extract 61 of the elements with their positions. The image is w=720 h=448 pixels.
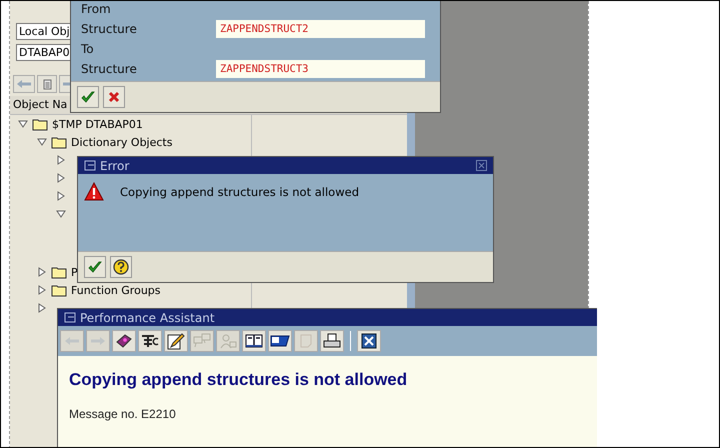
tree-item[interactable]: P bbox=[71, 266, 78, 278]
printer-icon bbox=[323, 333, 341, 349]
field-label: Structure bbox=[81, 22, 138, 36]
collapsed-triangle-icon[interactable] bbox=[37, 303, 47, 313]
cross-icon bbox=[108, 91, 120, 103]
collapsed-triangle-icon[interactable] bbox=[56, 191, 66, 201]
tree-item[interactable]: $TMP DTABAP01 bbox=[52, 118, 143, 130]
question-mark-icon bbox=[113, 259, 129, 275]
section-label: From bbox=[81, 2, 111, 16]
close-icon bbox=[361, 333, 377, 349]
folder-icon bbox=[51, 136, 67, 148]
confirm-button[interactable] bbox=[77, 86, 99, 108]
folder-icon bbox=[51, 266, 67, 278]
book-button[interactable] bbox=[112, 330, 136, 352]
document-icon bbox=[42, 78, 52, 90]
tree-item[interactable]: Dictionary Objects bbox=[71, 136, 172, 148]
people-icon bbox=[219, 333, 237, 349]
speech-bubbles-icon bbox=[193, 333, 211, 349]
book-icon bbox=[115, 333, 133, 349]
field-label: Structure bbox=[81, 62, 138, 76]
tree-item[interactable]: Function Groups bbox=[71, 284, 161, 296]
expanded-triangle-icon[interactable] bbox=[18, 119, 28, 129]
collapsed-triangle-icon[interactable] bbox=[37, 285, 47, 295]
collapsed-triangle-icon[interactable] bbox=[56, 155, 66, 165]
left-arrow-icon bbox=[64, 336, 80, 346]
checkmark-icon bbox=[81, 90, 95, 104]
close-button[interactable] bbox=[357, 330, 381, 352]
section-label: To bbox=[81, 42, 94, 56]
flag-button[interactable] bbox=[268, 330, 292, 352]
list-button[interactable] bbox=[37, 75, 57, 93]
expanded-triangle-icon[interactable] bbox=[37, 137, 47, 147]
error-message: Copying append structures is not allowed bbox=[120, 184, 359, 201]
help-button[interactable] bbox=[110, 256, 132, 278]
document-view-button[interactable] bbox=[242, 330, 266, 352]
window-icon bbox=[84, 160, 96, 171]
collapsed-triangle-icon[interactable] bbox=[37, 267, 47, 277]
right-arrow-icon bbox=[90, 336, 106, 346]
message-heading: Copying append structures is not allowed bbox=[69, 370, 408, 390]
folder-icon bbox=[32, 118, 48, 130]
structure-field[interactable]: ZAPPENDSTRUCT3 bbox=[216, 60, 425, 78]
window-title: Performance Assistant bbox=[80, 310, 215, 324]
pencil-icon bbox=[167, 332, 185, 350]
print-button[interactable] bbox=[320, 330, 344, 352]
dialog-title: Error bbox=[100, 158, 130, 172]
close-icon[interactable] bbox=[476, 160, 487, 171]
collapsed-triangle-icon[interactable] bbox=[56, 173, 66, 183]
window-icon bbox=[64, 312, 76, 323]
note-icon bbox=[298, 333, 314, 349]
checkmark-icon bbox=[88, 260, 102, 274]
folder-icon bbox=[51, 284, 67, 296]
confirm-button[interactable] bbox=[84, 256, 106, 278]
left-arrow-icon bbox=[16, 79, 32, 89]
flag-icon bbox=[270, 335, 290, 347]
edit-button[interactable] bbox=[164, 330, 188, 352]
message-number: Message no. E2210 bbox=[69, 407, 177, 421]
open-book-icon bbox=[245, 334, 263, 348]
technical-info-button[interactable] bbox=[138, 330, 162, 352]
cancel-button[interactable] bbox=[103, 86, 125, 108]
expanded-triangle-icon[interactable] bbox=[56, 209, 66, 219]
warning-icon bbox=[84, 182, 104, 201]
structure-field[interactable]: ZAPPENDSTRUCT2 bbox=[216, 20, 425, 38]
